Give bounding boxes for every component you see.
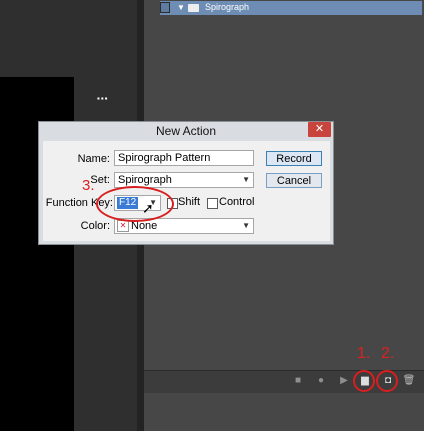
folder-icon [188, 4, 199, 12]
annotation-circle-3 [96, 186, 174, 222]
control-label: Control [219, 196, 255, 208]
shift-label: Shift [178, 196, 201, 208]
annotation-step-2: 2. [381, 345, 395, 362]
color-label: Color: [80, 220, 110, 232]
cancel-button[interactable]: Cancel [266, 173, 322, 188]
play-icon[interactable]: ▶ [336, 373, 352, 389]
set-label: Set: [90, 174, 110, 186]
expand-triangle-icon[interactable]: ▼ [177, 4, 185, 12]
close-button[interactable]: ✕ [308, 122, 331, 137]
name-label: Name: [77, 153, 110, 165]
set-select-value: Spirograph [118, 174, 172, 186]
record-button[interactable]: Record [266, 151, 322, 166]
trash-icon[interactable]: 🗑 [401, 373, 417, 389]
canvas-marker: ▪▪▪ [97, 94, 109, 103]
record-icon[interactable]: ● [313, 373, 329, 389]
annotation-circle-1 [353, 370, 375, 392]
chevron-down-icon: ▼ [242, 221, 250, 230]
control-checkbox[interactable] [207, 198, 218, 209]
mouse-cursor-icon: ➚ [142, 200, 154, 216]
dialog-title: New Action [155, 124, 217, 138]
chevron-down-icon: ▼ [242, 175, 250, 184]
no-color-icon: ✕ [117, 220, 129, 232]
stop-icon[interactable]: ■ [290, 373, 306, 389]
action-set-row[interactable]: ▼ Spirograph [160, 1, 422, 15]
annotation-step-3: 3. [82, 177, 95, 194]
annotation-step-1: 1. [357, 345, 371, 362]
toggle-checkbox[interactable] [160, 2, 170, 13]
name-field[interactable]: Spirograph Pattern [114, 150, 254, 166]
action-set-label: Spirograph [205, 2, 250, 12]
annotation-circle-2 [376, 370, 398, 392]
